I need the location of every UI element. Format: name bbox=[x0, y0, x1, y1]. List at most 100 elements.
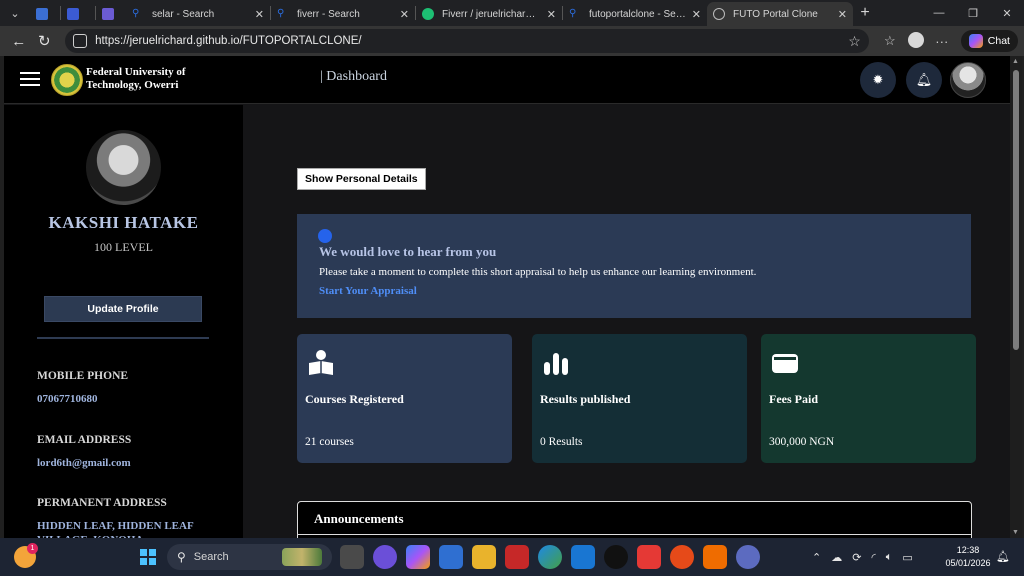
file-explorer-icon[interactable] bbox=[472, 545, 496, 569]
bell-icon: 🔔︎ bbox=[915, 72, 933, 87]
favorites-icon[interactable]: ☆ bbox=[877, 33, 903, 49]
brave-browser-icon[interactable] bbox=[670, 545, 694, 569]
browser-tab-fiverr-profile[interactable]: Fiverr / jeruelrichard / Ed ✕ bbox=[416, 3, 562, 25]
browser-tab-fiverr[interactable]: ⚲ fiverr - Search ✕ bbox=[271, 3, 415, 25]
wifi-icon[interactable]: ◜ bbox=[871, 551, 875, 564]
start-appraisal-link[interactable]: Start Your Appraisal bbox=[319, 285, 417, 297]
sidebar-divider bbox=[37, 337, 209, 339]
hamburger-menu-icon[interactable] bbox=[20, 72, 40, 86]
close-icon[interactable]: ✕ bbox=[838, 8, 847, 21]
copilot-icon bbox=[968, 34, 983, 48]
github-icon[interactable] bbox=[604, 545, 628, 569]
user-profile-app-icon[interactable] bbox=[736, 545, 760, 569]
browser-tab-3[interactable] bbox=[96, 3, 126, 25]
browser-toolbar: ← ↻ https://jeruelrichard.github.io/FUTO… bbox=[0, 26, 1024, 56]
browser-tabstrip: ⌄ ⚲ selar - Search ✕ ⚲ fiverr - Search ✕… bbox=[0, 0, 1024, 26]
microsoft-store-icon[interactable] bbox=[439, 545, 463, 569]
url-text[interactable]: https://jeruelrichard.github.io/FUTOPORT… bbox=[95, 35, 848, 47]
teams-chat-icon[interactable] bbox=[373, 545, 397, 569]
more-options-icon[interactable]: ··· bbox=[929, 34, 955, 49]
bar-chart-icon bbox=[544, 353, 568, 375]
update-profile-button[interactable]: Update Profile bbox=[44, 296, 202, 322]
sync-icon[interactable]: ⟳ bbox=[852, 551, 861, 564]
weather-badge: 1 bbox=[27, 543, 38, 554]
windows-start-icon[interactable] bbox=[140, 549, 156, 565]
browser-tab-futo-portal-clone[interactable]: FUTO Portal Clone ✕ bbox=[707, 2, 853, 26]
tab-label: FUTO Portal Clone bbox=[733, 8, 818, 20]
volume-muted-icon[interactable]: 🔈︎ bbox=[886, 551, 893, 564]
bookmark-star-icon[interactable]: ☆ bbox=[848, 33, 861, 50]
show-personal-details-button[interactable]: Show Personal Details bbox=[297, 168, 426, 190]
header-avatar[interactable] bbox=[950, 62, 986, 98]
copilot-app-icon[interactable] bbox=[406, 545, 430, 569]
address-bar[interactable]: https://jeruelrichard.github.io/FUTOPORT… bbox=[65, 29, 869, 53]
battery-icon[interactable]: ▭ bbox=[902, 551, 912, 564]
announcements-panel: Announcements bbox=[297, 501, 972, 538]
mcafee-icon[interactable] bbox=[505, 545, 529, 569]
fees-paid-card[interactable]: Fees Paid 300,000 NGN bbox=[761, 334, 976, 463]
profile-avatar[interactable] bbox=[903, 31, 929, 51]
page-title: | Dashboard bbox=[320, 69, 387, 84]
announcements-heading: Announcements bbox=[314, 511, 404, 526]
notifications-button[interactable]: 🔔︎ bbox=[906, 62, 942, 98]
scrollbar-thumb[interactable] bbox=[1013, 70, 1019, 350]
browser-tab-1[interactable] bbox=[30, 3, 60, 25]
browser-tab-2[interactable] bbox=[61, 3, 95, 25]
app-favicon-icon bbox=[102, 8, 114, 20]
settings-button[interactable]: ✹ bbox=[860, 62, 896, 98]
tab-label: futoportalclone - Search bbox=[589, 8, 686, 20]
snipping-tool-icon[interactable] bbox=[637, 545, 661, 569]
search-label: Search bbox=[193, 551, 229, 563]
chevron-up-icon[interactable]: ⌃ bbox=[812, 551, 821, 564]
clock-date: 05/01/2026 bbox=[945, 558, 991, 568]
windows-taskbar: 1 ⚲ Search ⌃ ☁ ⟳ ◜ 🔈︎ ▭ 12:38 05/01/2026… bbox=[0, 538, 1024, 576]
wallet-icon bbox=[772, 354, 798, 373]
site-info-icon[interactable] bbox=[73, 34, 88, 48]
vscode-icon[interactable] bbox=[571, 545, 595, 569]
copilot-chat-button[interactable]: Chat bbox=[960, 30, 1018, 52]
courses-registered-card[interactable]: Courses Registered 21 courses bbox=[297, 334, 512, 463]
search-icon: ⚲ bbox=[277, 8, 285, 19]
cloud-icon[interactable]: ☁ bbox=[831, 551, 842, 564]
close-icon[interactable]: ✕ bbox=[400, 8, 409, 21]
minimize-icon[interactable]: — bbox=[922, 7, 956, 20]
back-button[interactable]: ← bbox=[6, 28, 32, 54]
page-scrollbar[interactable]: ▲ ▼ bbox=[1010, 56, 1022, 538]
close-window-icon[interactable]: ✕ bbox=[990, 7, 1024, 20]
card-title: Fees Paid bbox=[769, 392, 818, 406]
student-name: KAKSHI HATAKE bbox=[48, 213, 199, 232]
appraisal-banner: We would love to hear from you Please ta… bbox=[297, 214, 971, 318]
winrar-icon[interactable] bbox=[703, 545, 727, 569]
email-address-label: EMAIL ADDRESS bbox=[37, 434, 132, 446]
browser-tab-futoportalclone[interactable]: ⚲ futoportalclone - Search ✕ bbox=[563, 3, 707, 25]
edge-browser-icon[interactable] bbox=[538, 545, 562, 569]
search-icon: ⚲ bbox=[177, 550, 186, 564]
task-view-icon[interactable] bbox=[340, 545, 364, 569]
close-icon[interactable]: ✕ bbox=[547, 8, 556, 21]
results-published-card[interactable]: Results published 0 Results bbox=[532, 334, 747, 463]
tab-actions-menu[interactable]: ⌄ bbox=[0, 0, 30, 26]
taskbar-apps bbox=[340, 545, 769, 569]
dashboard-main: Show Personal Details We would love to h… bbox=[243, 105, 1010, 538]
card-value: 21 courses bbox=[305, 436, 354, 448]
new-tab-button[interactable]: + bbox=[853, 4, 877, 22]
taskbar-clock[interactable]: 12:38 05/01/2026 bbox=[944, 544, 992, 570]
close-icon[interactable]: ✕ bbox=[255, 8, 264, 21]
flag-favicon-icon bbox=[67, 8, 79, 20]
close-icon[interactable]: ✕ bbox=[692, 8, 701, 21]
reload-button[interactable]: ↻ bbox=[32, 28, 58, 54]
tab-label: fiverr - Search bbox=[297, 8, 360, 20]
scroll-down-icon[interactable]: ▼ bbox=[1012, 529, 1019, 536]
mobile-phone-value: 07067710680 bbox=[37, 393, 98, 405]
scroll-up-icon[interactable]: ▲ bbox=[1012, 58, 1019, 65]
card-value: 300,000 NGN bbox=[769, 436, 835, 448]
tab-label: selar - Search bbox=[152, 8, 215, 20]
weather-widget-icon[interactable]: 1 bbox=[14, 543, 38, 568]
tab-label: Fiverr / jeruelrichard / Ed bbox=[442, 8, 541, 20]
permanent-address-value: HIDDEN LEAF, HIDDEN LEAF VILLAGE, KONOHA bbox=[37, 520, 194, 538]
site-favicon-icon bbox=[36, 8, 48, 20]
restore-icon[interactable]: ❐ bbox=[956, 7, 990, 20]
browser-tab-selar[interactable]: ⚲ selar - Search ✕ bbox=[126, 3, 270, 25]
taskbar-search-box[interactable]: ⚲ Search bbox=[167, 544, 332, 570]
notification-bell-icon[interactable]: 🔔︎ bbox=[996, 550, 1010, 563]
